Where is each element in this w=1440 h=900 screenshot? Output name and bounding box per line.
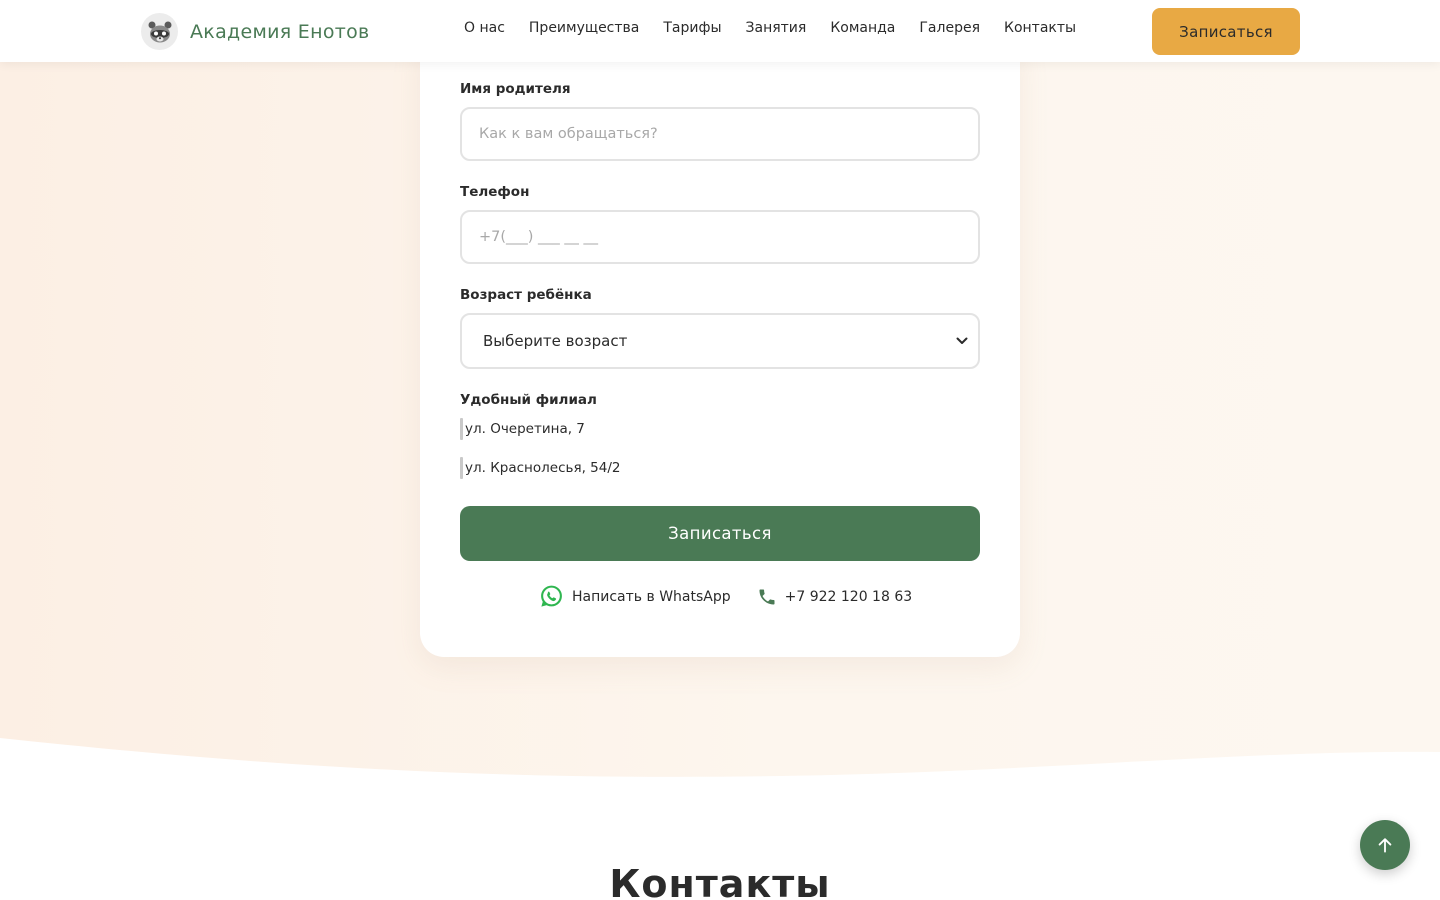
parent-name-input[interactable]: Как к вам обращаться? (460, 107, 980, 161)
section-wave-divider (0, 738, 1440, 800)
parent-name-label: Имя родителя (460, 81, 571, 97)
nav-link-classes[interactable]: Занятия (746, 20, 807, 36)
phone-placeholder: +7(___) ___ __ __ (479, 229, 599, 245)
radio-button[interactable] (460, 418, 463, 440)
branch-label: Удобный филиал (460, 392, 597, 408)
branch-option-label: ул. Очеретина, 7 (465, 421, 585, 437)
scroll-to-top-button[interactable] (1360, 820, 1410, 870)
whatsapp-label: Написать в WhatsApp (572, 588, 731, 605)
nav-link-about[interactable]: О нас (464, 20, 505, 36)
radio-button[interactable] (460, 457, 463, 479)
branch-option-label: ул. Краснолесья, 54/2 (465, 460, 621, 476)
nav-link-team[interactable]: Команда (830, 20, 895, 36)
parent-name-placeholder: Как к вам обращаться? (479, 126, 658, 142)
whatsapp-link[interactable]: Написать в WhatsApp (539, 584, 731, 609)
whatsapp-icon (541, 585, 562, 607)
phone-number: +7 922 120 18 63 (784, 588, 913, 605)
header-signup-button[interactable]: Записаться (1152, 8, 1300, 55)
logo[interactable]: Академия Енотов (141, 13, 370, 50)
contact-links: Написать в WhatsApp +7 922 120 18 63 (539, 584, 912, 609)
contacts-heading: Контакты (609, 862, 831, 900)
nav-link-pricing[interactable]: Тарифы (663, 20, 721, 36)
branch-option-ocheretina[interactable]: ул. Очеретина, 7 (460, 418, 585, 440)
site-header: Академия Енотов О нас Преимущества Тариф… (0, 0, 1440, 62)
phone-label: Телефон (460, 184, 530, 200)
nav-link-gallery[interactable]: Галерея (919, 20, 980, 36)
nav-link-contacts[interactable]: Контакты (1004, 20, 1076, 36)
phone-icon (759, 589, 775, 604)
phone-link[interactable]: +7 922 120 18 63 (757, 587, 913, 607)
child-age-select[interactable]: Выберите возраст (460, 313, 980, 369)
chevron-down-icon (956, 337, 968, 344)
phone-input[interactable]: +7(___) ___ __ __ (460, 210, 980, 264)
child-age-label: Возраст ребёнка (460, 287, 592, 303)
child-age-selected-value: Выберите возраст (483, 332, 628, 350)
logo-text: Академия Енотов (190, 20, 370, 43)
form-submit-button[interactable]: Записаться (460, 506, 980, 561)
main-nav: О нас Преимущества Тарифы Занятия Команд… (464, 20, 1076, 36)
arrow-up-icon (1378, 838, 1392, 853)
branch-option-krasnolesya[interactable]: ул. Краснолесья, 54/2 (460, 457, 620, 479)
raccoon-icon (141, 13, 178, 50)
nav-link-advantages[interactable]: Преимущества (529, 20, 639, 36)
